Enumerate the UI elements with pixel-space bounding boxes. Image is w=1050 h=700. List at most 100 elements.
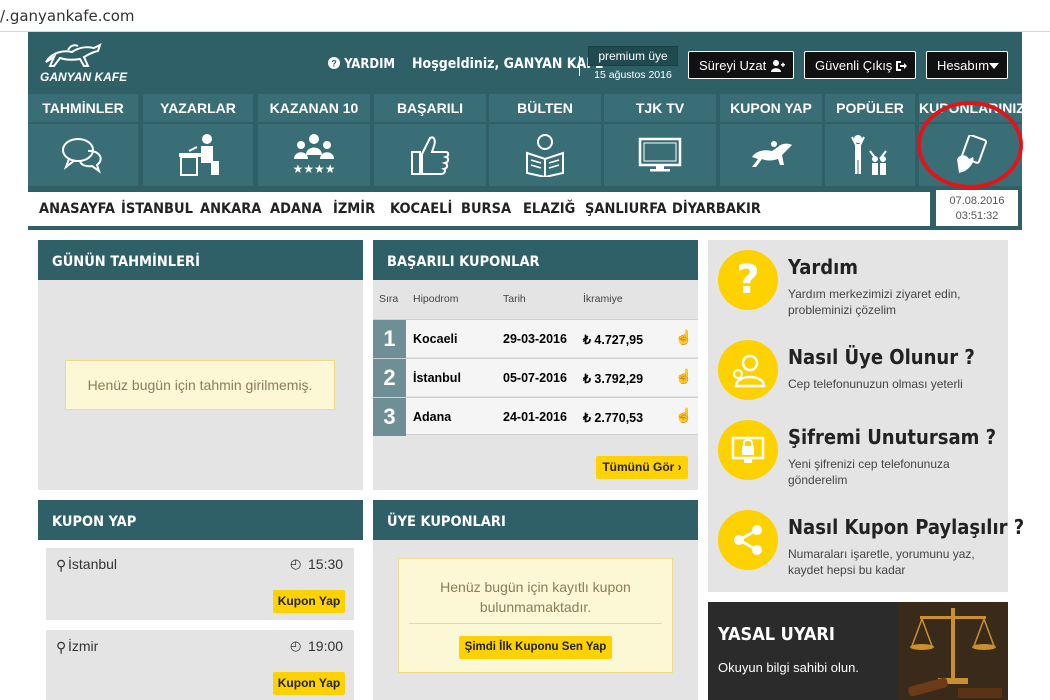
make-coupon-card: KUPON YAP ⚲ İstanbul ◴ 15:30 Kupon Yap ⚲… [38,500,363,700]
successful-coupons-card: BAŞARILI KUPONLAR Sıra Hipodrom Tarih İk… [373,240,698,490]
clock-icon: ◴ [290,556,302,571]
date-time-display: 07.08.2016 03:51:32 [936,190,1018,226]
premium-status: premium üye 15 ağustos 2016 [588,46,678,86]
chevron-right-icon: › [677,460,682,474]
pointer-hand-icon[interactable]: ☝ [675,407,692,424]
tab-populer[interactable]: POPÜLER [825,94,915,122]
tab-tahminler-icon-tile[interactable] [28,124,138,186]
coupon-time: 19:00 [308,638,344,654]
row-prize: ₺ 4.727,95 [583,333,644,347]
city-link-kocaeli[interactable]: KOCAELİ [390,201,452,217]
city-link-ankara[interactable]: ANKARA [200,201,261,217]
sign-out-icon [896,61,907,71]
help-panel: ? Yardım Yardım merkezimizi ziyaret edin… [708,240,1024,592]
lock-monitor-icon [718,420,778,480]
pointer-hand-icon[interactable]: ☝ [675,368,692,385]
tab-tahminler[interactable]: TAHMİNLER [28,94,138,122]
clock-icon: ◴ [290,638,302,653]
see-all-button[interactable]: Tümünü Gör › [596,456,688,479]
row-date: 29-03-2016 [503,332,567,346]
tab-tjk-tv[interactable]: TJK TV [604,94,716,122]
city-navigation-bar: ANASAYFA İSTANBUL ANKARA ADANA İZMİR KOC… [28,192,930,226]
coupon-city: İzmir [68,638,99,654]
city-link-bursa[interactable]: BURSA [461,201,511,217]
help-link[interactable]: ? YARDIM [328,57,395,72]
tab-tjk-tv-icon-tile[interactable] [604,124,716,186]
legal-warning-banner[interactable]: YASAL UYARI Okuyun bilgi sahibi olun. [708,602,1008,700]
site-page: GANYAN KAFE ? YARDIM Hoşgeldiniz, GANYAN… [28,32,1024,700]
popular-people-icon [851,135,887,175]
share-icon [718,510,778,570]
question-circle-icon: ? [328,57,340,69]
tab-yazarlar[interactable]: YAZARLAR [143,94,253,122]
tab-kazanan-10-icon-tile[interactable]: ★★★★ [258,124,370,186]
account-label: Hesabım [937,58,990,73]
tab-basarili[interactable]: BAŞARILI [374,94,486,122]
city-link-izmir[interactable]: İZMİR [333,201,375,217]
tab-kupon-yap-icon-tile[interactable] [720,124,822,186]
help-item-yardim[interactable]: ? Yardım Yardım merkezimizi ziyaret edin… [718,250,1000,330]
tab-basarili-icon-tile[interactable] [374,124,486,186]
writer-desk-icon [179,134,219,176]
help-title: Nasıl Üye Olunur ? [788,345,975,369]
city-link-diyarbakir[interactable]: DİYARBAKIR [672,201,761,217]
tv-icon [638,137,682,172]
daily-predictions-card: GÜNÜN TAHMİNLERİ Henüz bugün için tahmin… [38,240,363,490]
chat-bubbles-icon [62,138,102,174]
extend-label: Süreyi Uzat [699,58,767,73]
help-item-paylasim[interactable]: Nasıl Kupon Paylaşılır ? Numaraları işar… [718,510,1024,590]
first-coupon-button[interactable]: Şimdi İlk Kuponu Sen Yap [459,636,612,659]
logout-button[interactable]: Güvenli Çıkış [804,51,916,79]
row-track: Kocaeli [413,332,458,346]
site-logo[interactable]: GANYAN KAFE [38,42,148,88]
table-row[interactable]: 3 Adana 24-01-2016 ₺ 2.770,53 ☝ [373,397,698,436]
no-coupons-line2: bulunmamaktadır. [479,599,592,615]
user-icon [718,340,778,400]
tab-kupon-yap[interactable]: KUPON YAP [720,94,822,122]
help-title: Nasıl Kupon Paylaşılır ? [788,515,1025,539]
row-track: İstanbul [413,371,461,385]
help-item-sifre[interactable]: Şifremi Unutursam ? Yeni şifrenizi cep t… [718,420,1000,500]
highlight-circle-annotation [917,101,1023,189]
daily-predictions-title: GÜNÜN TAHMİNLERİ [38,240,363,280]
city-link-istanbul[interactable]: İSTANBUL [121,201,193,217]
help-item-uyelik[interactable]: Nasıl Üye Olunur ? Cep telefonunuzun olm… [718,340,1000,420]
horse-logo-icon [45,43,102,67]
help-link-label: YARDIM [344,57,396,72]
city-link-adana[interactable]: ADANA [270,201,322,217]
thumbs-up-icon [411,136,450,175]
make-coupon-button[interactable]: Kupon Yap [273,590,345,613]
city-link-sanliurfa[interactable]: ŞANLIURFA [585,201,667,217]
col-header-rank: Sıra [379,293,399,305]
tab-populer-icon-tile[interactable] [825,124,915,186]
extend-subscription-button[interactable]: Süreyi Uzat [688,51,794,79]
help-desc: Numaraları işaretle, yorumunu yaz, kayde… [788,547,975,577]
tab-yazarlar-icon-tile[interactable] [143,124,253,186]
help-desc: Yardım merkezimizi ziyaret edin, problem… [788,287,961,317]
make-coupon-button[interactable]: Kupon Yap [273,672,345,695]
no-predictions-notice: Henüz bugün için tahmin girilmemiş. [65,360,335,410]
table-row[interactable]: 1 Kocaeli 29-03-2016 ₺ 4.727,95 ☝ [373,319,698,358]
row-rank: 3 [373,398,406,436]
legal-title: YASAL UYARI [718,624,835,645]
legal-text: Okuyun bilgi sahibi olun. [718,660,859,675]
tab-kazanan-10[interactable]: KAZANAN 10 [258,94,370,122]
table-row[interactable]: 2 İstanbul 05-07-2016 ₺ 3.792,29 ☝ [373,358,698,397]
city-link-anasayfa[interactable]: ANASAYFA [39,201,115,217]
account-menu-button[interactable]: Hesabım [926,51,1008,79]
question-mark-icon: ? [718,250,778,310]
welcome-text: Hoşgeldiniz, GANYAN KAFE [412,56,604,72]
no-coupons-notice: Henüz bugün için kayıtlı kupon bulunmama… [398,558,673,673]
city-link-elazig[interactable]: ELAZIĞ [523,201,575,217]
coupon-city: İstanbul [68,556,118,572]
tab-bulten[interactable]: BÜLTEN [489,94,601,122]
col-header-date: Tarih [503,293,526,305]
browser-address-bar[interactable]: /.ganyankafe.com [0,0,1050,32]
help-desc: Cep telefonunuzun olması yeterli [788,377,963,391]
coupon-time: 15:30 [308,556,344,572]
row-date: 24-01-2016 [503,410,567,424]
racehorse-icon [752,141,792,167]
row-date: 05-07-2016 [503,371,567,385]
tab-bulten-icon-tile[interactable] [489,124,601,186]
pointer-hand-icon[interactable]: ☝ [675,329,692,346]
